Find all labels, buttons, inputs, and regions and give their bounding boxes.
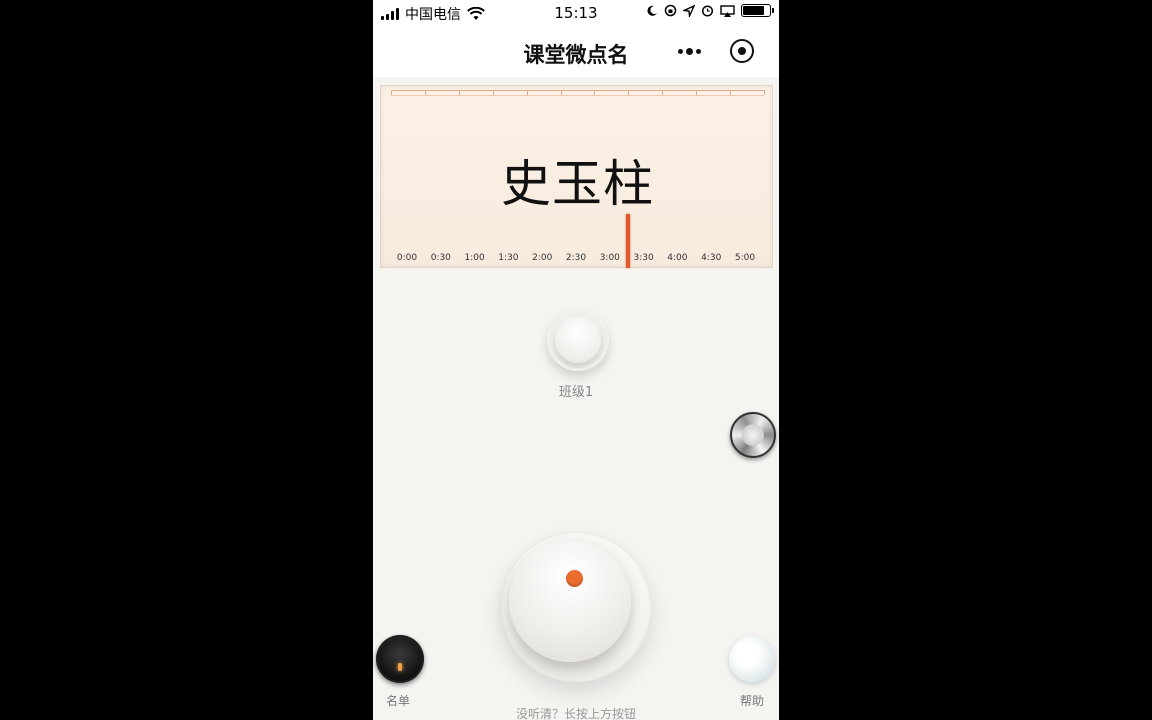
page-title: 课堂微点名	[523, 43, 629, 67]
nav-bar: 课堂微点名	[373, 27, 779, 77]
top-scale-tick	[424, 90, 426, 95]
dial-display: 史玉柱 0:00 0:30 1:00 1:30 2:00 2:30 3:00 3:30 4:00…	[380, 85, 773, 268]
time-scale: 0:00 0:30 1:00 1:30 2:00 2:30 3:00 3:30 4:00 4:30…	[381, 253, 774, 267]
top-scale-tick	[526, 90, 528, 95]
status-bar: 中国电信 15:13	[373, 0, 779, 27]
knob-indicator-dot	[566, 570, 583, 587]
moon-icon	[647, 5, 657, 16]
scale-label: 0:30	[430, 253, 451, 263]
top-scale-tick	[594, 90, 596, 95]
scale-label: 1:00	[464, 253, 485, 263]
scale-label: 5:00	[734, 253, 756, 263]
scale-label: 0:00	[396, 253, 418, 263]
more-dots-icon[interactable]	[673, 41, 705, 61]
scale-label: 3:30	[633, 253, 654, 263]
help-button[interactable]	[729, 636, 775, 682]
top-scale-tick	[560, 90, 562, 95]
location-icon	[683, 4, 695, 17]
class-selector-knob[interactable]	[547, 309, 609, 371]
top-scale-tick	[492, 90, 494, 95]
top-scale-tick	[730, 90, 731, 95]
top-scale-tick	[763, 90, 765, 95]
rotation-lock-icon	[664, 4, 677, 17]
floating-metal-button[interactable]	[730, 412, 776, 458]
scale-label: 3:00	[599, 253, 620, 263]
top-scale-tick	[696, 90, 698, 95]
scale-label: 4:00	[667, 253, 688, 263]
status-right	[646, 4, 774, 17]
battery-icon	[741, 4, 774, 17]
top-scale-tick	[458, 90, 460, 95]
top-scale-tick	[662, 90, 664, 95]
top-scale-tick	[391, 90, 392, 95]
hint-text: 没听清？长按上方按钮	[515, 707, 636, 720]
scale-label: 2:00	[532, 253, 553, 263]
phone-screen: 中国电信 15:13 课堂微点名 史玉柱 0:00 0:30 1:00 1:30 2:0…	[373, 0, 779, 720]
scale-label: 1:30	[498, 253, 519, 263]
scale-label: 2:30	[565, 253, 587, 263]
target-close-icon[interactable]	[730, 39, 754, 63]
top-scale-tick	[628, 90, 630, 95]
list-button[interactable]	[376, 635, 424, 683]
led-indicator-icon	[398, 663, 402, 671]
top-scale	[391, 90, 765, 96]
scale-label: 4:30	[701, 253, 722, 263]
alarm-icon	[701, 5, 714, 17]
main-knob[interactable]	[509, 540, 631, 662]
class-label: 班级1	[558, 385, 594, 400]
student-name: 史玉柱	[501, 155, 654, 213]
airplay-icon	[720, 4, 735, 17]
